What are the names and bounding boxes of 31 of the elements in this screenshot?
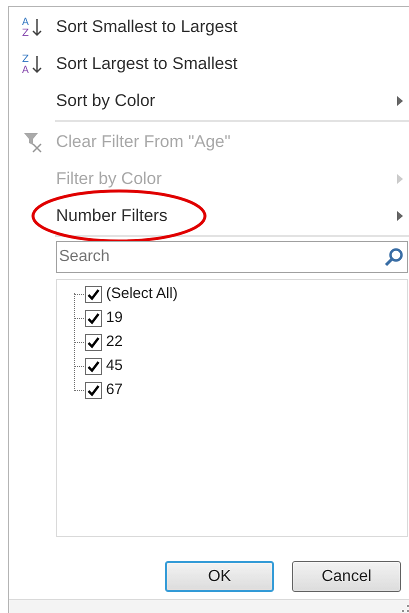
menu-item-label: Sort by Color <box>56 90 156 112</box>
clear-filter-icon <box>22 130 44 152</box>
menu-item-label: Clear Filter From "Age" <box>56 130 231 153</box>
menu-item-label: Number Filters <box>56 204 168 227</box>
menu-item[interactable]: A Z Sort Smallest to Largest <box>9 8 409 45</box>
value-label: 19 <box>106 308 123 328</box>
checkmark-icon <box>87 312 100 324</box>
value-label: 45 <box>106 356 123 376</box>
cancel-button[interactable]: Cancel <box>292 561 401 592</box>
checkbox[interactable] <box>85 334 102 350</box>
menu-item[interactable]: Sort by Color <box>9 82 409 119</box>
menu-item-label: Filter by Color <box>56 168 162 190</box>
checkbox[interactable] <box>85 382 102 398</box>
checkmark-icon <box>87 336 100 348</box>
menu-item[interactable]: Number Filters <box>9 197 409 234</box>
resize-grip-icon[interactable] <box>401 605 409 613</box>
menu-item[interactable]: Z A Sort Largest to Smallest <box>9 45 409 82</box>
menu-item-label: Sort Largest to Smallest <box>56 52 238 75</box>
checkbox[interactable] <box>85 286 102 302</box>
checkbox[interactable] <box>85 310 102 326</box>
search-icon <box>384 247 404 267</box>
value-label: 22 <box>106 332 123 352</box>
value-label: (Select All) <box>106 284 178 304</box>
checkmark-icon <box>87 384 100 396</box>
checkmark-icon <box>87 360 100 372</box>
checkmark-icon <box>87 288 100 300</box>
search-field[interactable]: Search <box>56 241 408 273</box>
menu-item-label: Sort Smallest to Largest <box>56 16 238 38</box>
checkbox[interactable] <box>85 358 102 374</box>
ok-button[interactable]: OK <box>165 561 274 592</box>
value-label: 67 <box>106 380 123 400</box>
